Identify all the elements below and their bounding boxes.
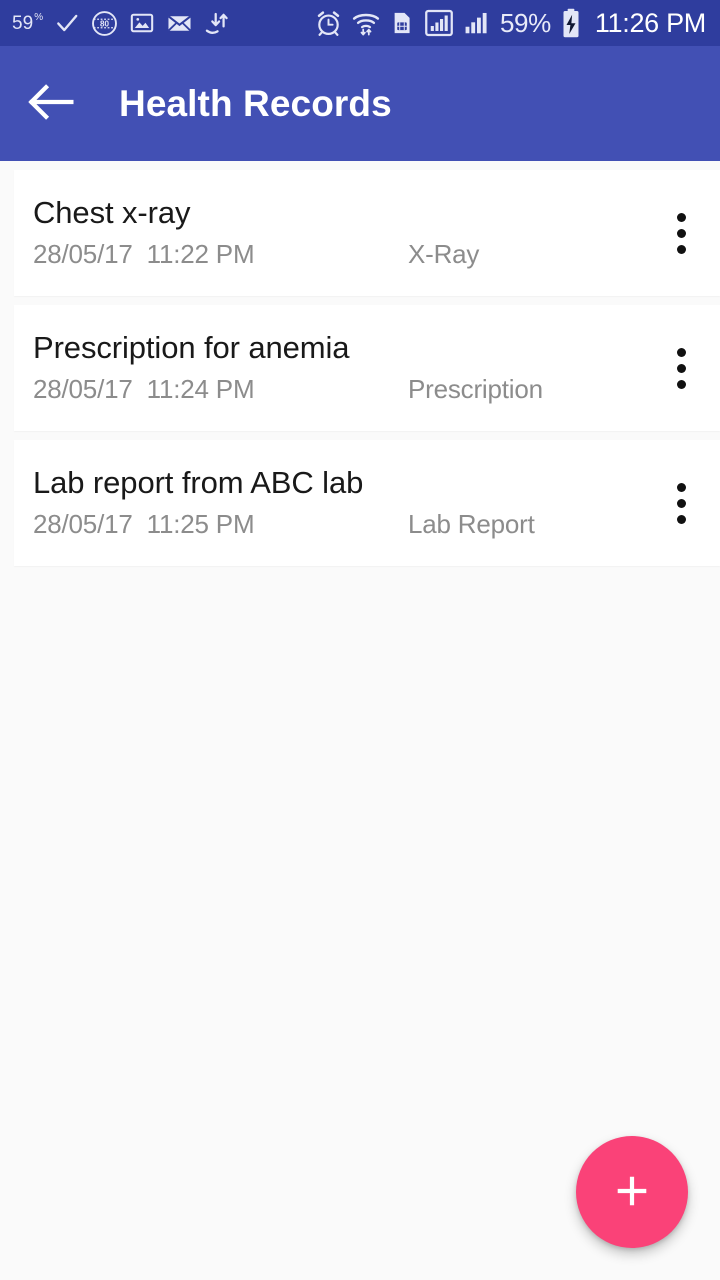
film-80-badge-icon: 80 bbox=[91, 10, 118, 37]
app-bar: Health Records bbox=[0, 46, 720, 161]
signal-bars-icon bbox=[463, 9, 491, 37]
record-category: X-Ray bbox=[408, 238, 480, 269]
battery-percent-label: 59% bbox=[499, 7, 551, 38]
overflow-dot-icon bbox=[676, 379, 686, 389]
record-subtitle-row: 28/05/17 11:24 PM Prescription bbox=[33, 374, 642, 405]
overflow-dot-icon bbox=[676, 347, 686, 357]
back-arrow-icon bbox=[28, 82, 74, 125]
record-overflow-menu-button[interactable] bbox=[642, 440, 720, 566]
data-saver-percent-icon: 59% bbox=[12, 11, 44, 34]
plus-icon bbox=[610, 1169, 654, 1216]
record-title: Prescription for anemia bbox=[33, 330, 350, 366]
app-screen: 59% 80 59% 11:26 PM Health Records Chest… bbox=[0, 0, 720, 1280]
record-title: Lab report from ABC lab bbox=[33, 465, 364, 501]
record-category: Prescription bbox=[408, 373, 543, 404]
add-record-fab[interactable] bbox=[576, 1136, 688, 1248]
overflow-dot-icon bbox=[676, 498, 686, 508]
record-overflow-menu-button[interactable] bbox=[642, 305, 720, 431]
overflow-dot-icon bbox=[676, 514, 686, 524]
status-bar-left-icons: 59% 80 bbox=[12, 10, 231, 37]
record-title: Chest x-ray bbox=[33, 195, 191, 231]
record-body: Lab report from ABC lab 28/05/17 11:25 P… bbox=[14, 466, 642, 539]
record-card-prescription-for-anemia[interactable]: Prescription for anemia 28/05/17 11:24 P… bbox=[14, 305, 720, 431]
battery-charging-icon bbox=[560, 8, 582, 38]
page-title: Health Records bbox=[119, 82, 392, 124]
record-datetime: 28/05/17 11:25 PM bbox=[33, 508, 255, 539]
image-icon bbox=[129, 10, 155, 36]
overflow-dot-icon bbox=[676, 212, 686, 222]
data-saver-percent-suffix: % bbox=[34, 11, 44, 23]
record-card-lab-report-from-abc-lab[interactable]: Lab report from ABC lab 28/05/17 11:25 P… bbox=[14, 440, 720, 566]
record-category: Lab Report bbox=[408, 508, 535, 539]
sim-card-icon bbox=[389, 10, 415, 36]
data-saver-percent-value: 59 bbox=[12, 12, 34, 34]
signal-boxed-icon bbox=[424, 8, 454, 38]
check-icon bbox=[54, 10, 80, 36]
record-datetime: 28/05/17 11:22 PM bbox=[33, 238, 255, 269]
envelope-icon bbox=[166, 10, 193, 37]
overflow-dot-icon bbox=[676, 244, 686, 254]
health-records-list: Chest x-ray 28/05/17 11:22 PM X-Ray Pres… bbox=[0, 161, 720, 566]
status-bar: 59% 80 59% 11:26 PM bbox=[0, 0, 720, 46]
overflow-dot-icon bbox=[676, 482, 686, 492]
record-body: Chest x-ray 28/05/17 11:22 PM X-Ray bbox=[14, 196, 642, 269]
record-subtitle-row: 28/05/17 11:25 PM Lab Report bbox=[33, 509, 642, 540]
overflow-dot-icon bbox=[676, 363, 686, 373]
record-datetime: 28/05/17 11:24 PM bbox=[33, 373, 255, 404]
svg-text:80: 80 bbox=[100, 19, 109, 28]
record-card-chest-x-ray[interactable]: Chest x-ray 28/05/17 11:22 PM X-Ray bbox=[14, 170, 720, 296]
record-overflow-menu-button[interactable] bbox=[642, 170, 720, 296]
status-bar-clock: 11:26 PM bbox=[594, 7, 706, 38]
data-transfer-icon bbox=[204, 10, 231, 37]
wifi-icon bbox=[352, 9, 380, 37]
record-subtitle-row: 28/05/17 11:22 PM X-Ray bbox=[33, 239, 642, 270]
record-body: Prescription for anemia 28/05/17 11:24 P… bbox=[14, 331, 642, 404]
overflow-dot-icon bbox=[676, 228, 686, 238]
status-bar-right-icons: 59% 11:26 PM bbox=[314, 8, 706, 39]
alarm-clock-icon bbox=[314, 9, 343, 38]
back-button[interactable] bbox=[22, 75, 80, 133]
